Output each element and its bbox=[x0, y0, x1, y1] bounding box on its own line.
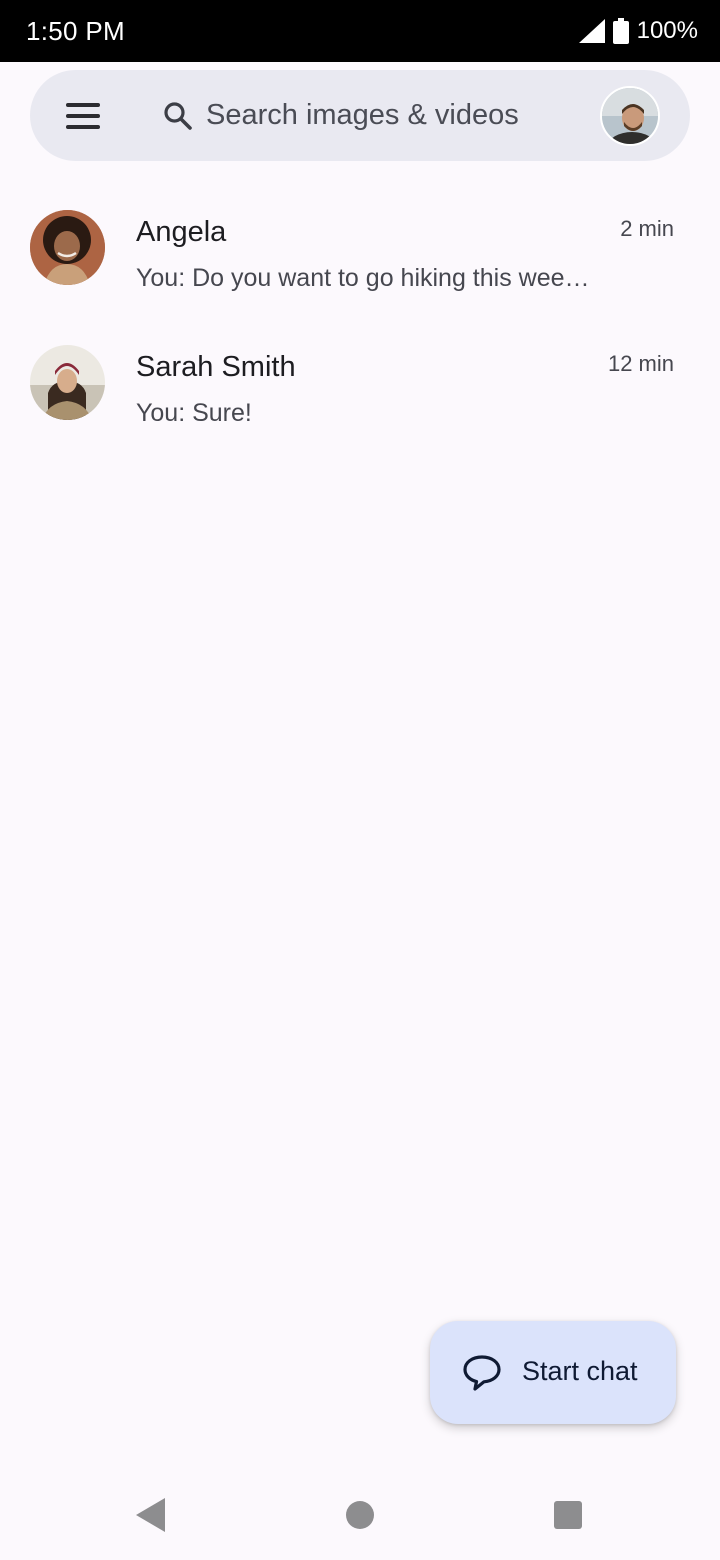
back-icon[interactable] bbox=[136, 1498, 166, 1532]
start-chat-button[interactable]: Start chat bbox=[430, 1321, 676, 1424]
conversation-name: Angela bbox=[136, 216, 227, 248]
start-chat-label: Start chat bbox=[522, 1356, 638, 1386]
chat-bubble-icon bbox=[462, 1353, 502, 1393]
avatar[interactable] bbox=[600, 86, 660, 146]
search-bar[interactable] bbox=[30, 70, 690, 161]
conversation-snippet: You: Do you want to go hiking this weeke… bbox=[136, 264, 596, 292]
home-icon[interactable] bbox=[346, 1501, 374, 1529]
menu-icon[interactable] bbox=[66, 103, 102, 129]
recents-icon[interactable] bbox=[554, 1501, 582, 1529]
system-nav-bar bbox=[0, 1470, 720, 1560]
conversation-list: Angela 2 min You: Do you want to go hiki… bbox=[0, 190, 720, 460]
conversation-name: Sarah Smith bbox=[136, 351, 296, 383]
conversation-time: 12 min bbox=[607, 351, 674, 376]
avatar bbox=[30, 345, 105, 420]
conversation-snippet: You: Sure! bbox=[136, 399, 252, 427]
conversation-item[interactable]: Angela 2 min You: Do you want to go hiki… bbox=[0, 190, 720, 325]
status-bar: 1:50 PM 100% bbox=[0, 0, 720, 62]
search-input[interactable] bbox=[206, 92, 606, 138]
conversation-item[interactable]: Sarah Smith 12 min You: Sure! bbox=[0, 325, 720, 460]
avatar bbox=[30, 210, 105, 285]
battery-icon bbox=[612, 18, 629, 44]
status-time: 1:50 PM bbox=[26, 15, 125, 46]
signal-icon bbox=[578, 19, 605, 43]
search-icon bbox=[162, 100, 194, 132]
status-icons: 100% bbox=[578, 17, 698, 45]
conversation-time: 2 min bbox=[620, 216, 674, 241]
battery-percent: 100% bbox=[636, 17, 698, 44]
